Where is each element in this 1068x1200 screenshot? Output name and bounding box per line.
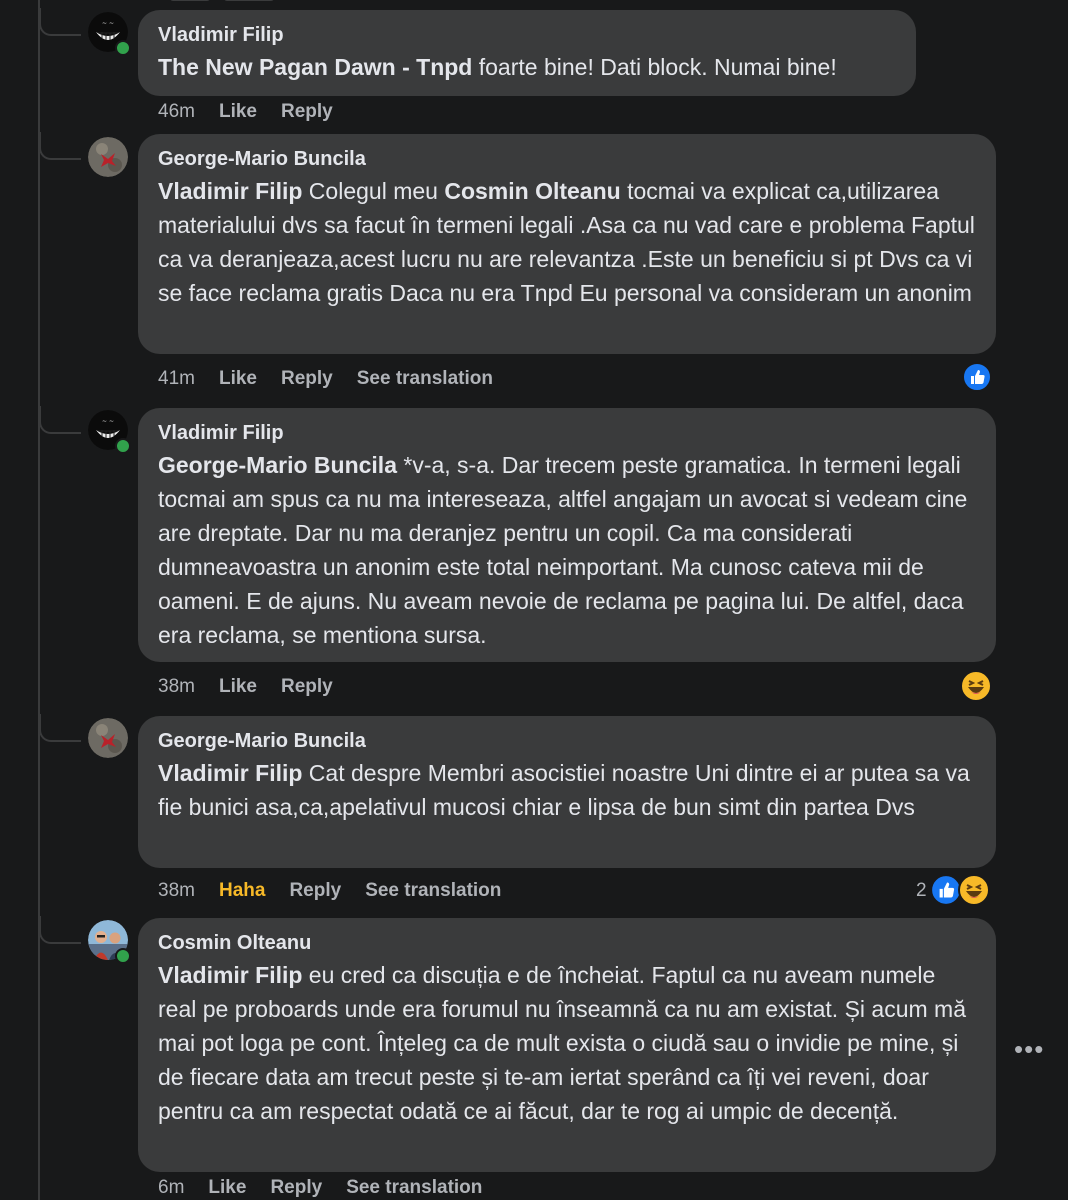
mention-link[interactable]: Vladimir Filip xyxy=(158,178,302,204)
mention-link[interactable]: Cosmin Olteanu xyxy=(444,178,620,204)
haha-reaction-icon[interactable] xyxy=(958,874,990,911)
comment-time[interactable]: 41m xyxy=(158,368,195,389)
comment-actions: 46m Like Reply xyxy=(158,101,357,123)
avatar[interactable] xyxy=(88,137,128,177)
comment-text: George-Mario Buncila *v-a, s-a. Dar trec… xyxy=(158,448,976,652)
comment-actions: 41m Like Reply See translation xyxy=(158,368,517,390)
comment-bubble: George-Mario Buncila Vladimir Filip Cole… xyxy=(138,134,996,354)
comment-body: *v-a, s-a. Dar trecem peste gramatica. I… xyxy=(158,452,968,648)
comment-text: Vladimir Filip Cat despre Membri asocist… xyxy=(158,756,976,824)
reply-button[interactable]: Reply xyxy=(281,368,333,389)
thread-connector xyxy=(39,406,81,434)
haha-reacted-button[interactable]: Haha xyxy=(219,880,265,901)
mention-link[interactable]: Vladimir Filip xyxy=(158,962,302,988)
online-status-dot xyxy=(115,40,131,56)
thread-connector xyxy=(39,714,81,742)
comment-time[interactable]: 46m xyxy=(158,101,195,122)
comment-time[interactable]: 6m xyxy=(158,1177,184,1198)
comment-body: foarte bine! Dati block. Numai bine! xyxy=(472,54,837,80)
reaction-count[interactable]: 2 xyxy=(916,880,927,902)
comment-body: Colegul meu xyxy=(302,178,445,204)
online-status-dot xyxy=(115,438,131,454)
comment-bubble: Vladimir Filip The New Pagan Dawn - Tnpd… xyxy=(138,10,916,96)
like-reaction-icon[interactable] xyxy=(962,362,992,397)
mention-link[interactable]: The New Pagan Dawn - Tnpd xyxy=(158,54,472,80)
comment-author[interactable]: George-Mario Buncila xyxy=(158,146,976,172)
svg-text:~ ~: ~ ~ xyxy=(102,20,114,27)
online-status-dot xyxy=(115,948,131,964)
comment-actions: 38m Haha Reply See translation xyxy=(158,880,525,902)
comment-bubble: George-Mario Buncila Vladimir Filip Cat … xyxy=(138,716,996,868)
comment-bubble: Vladimir Filip George-Mario Buncila *v-a… xyxy=(138,408,996,662)
avatar[interactable] xyxy=(88,718,128,758)
haha-reaction-icon[interactable] xyxy=(960,670,992,707)
like-button[interactable]: Like xyxy=(219,676,257,697)
like-button[interactable]: Like xyxy=(208,1177,246,1198)
comment-actions: 6m Like Reply See translation xyxy=(158,1177,506,1199)
comment-bubble: Cosmin Olteanu Vladimir Filip eu cred ca… xyxy=(138,918,996,1172)
svg-text:~ ~: ~ ~ xyxy=(102,418,114,425)
see-translation-link[interactable]: See translation xyxy=(357,368,493,389)
comment-text: The New Pagan Dawn - Tnpd foarte bine! D… xyxy=(158,50,896,84)
comment-actions: 38m Like Reply xyxy=(158,676,357,698)
comment-author[interactable]: Vladimir Filip xyxy=(158,22,896,48)
comment-text: Vladimir Filip eu cred ca discuția e de … xyxy=(158,958,976,1128)
comment-author[interactable]: Cosmin Olteanu xyxy=(158,930,976,956)
comment-time[interactable]: 38m xyxy=(158,880,195,901)
comment-author[interactable]: George-Mario Buncila xyxy=(158,728,976,754)
reply-button[interactable]: Reply xyxy=(270,1177,322,1198)
like-button[interactable]: Like xyxy=(219,368,257,389)
see-translation-link[interactable]: See translation xyxy=(365,880,501,901)
reply-button[interactable]: Reply xyxy=(289,880,341,901)
thread-connector xyxy=(39,916,81,944)
more-options-icon[interactable]: ••• xyxy=(1014,1034,1044,1065)
like-button[interactable]: Like xyxy=(219,101,257,122)
thread-line xyxy=(38,0,40,1200)
mention-link[interactable]: George-Mario Buncila xyxy=(158,452,397,478)
comment-text: Vladimir Filip Colegul meu Cosmin Oltean… xyxy=(158,174,976,310)
comment-time[interactable]: 38m xyxy=(158,676,195,697)
thread-connector xyxy=(39,8,81,36)
comment-author[interactable]: Vladimir Filip xyxy=(158,420,976,446)
thread-connector xyxy=(39,132,81,160)
mention-link[interactable]: Vladimir Filip xyxy=(158,760,302,786)
see-translation-link[interactable]: See translation xyxy=(346,1177,482,1198)
reply-button[interactable]: Reply xyxy=(281,101,333,122)
reply-button[interactable]: Reply xyxy=(281,676,333,697)
previous-comment-actions xyxy=(170,0,340,2)
